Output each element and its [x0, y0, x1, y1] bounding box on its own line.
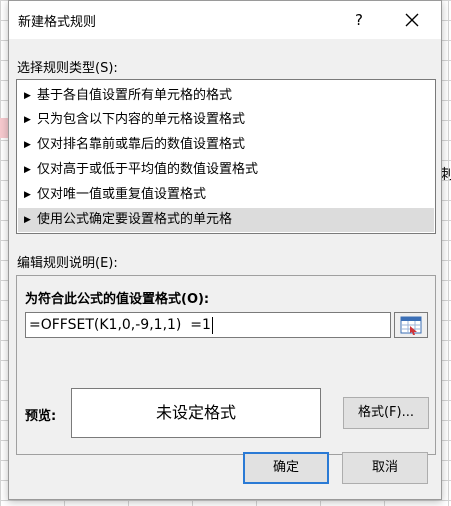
format-button[interactable]: 格式(F)...	[343, 397, 429, 429]
formula-label: 为符合此公式的值设置格式(O):	[25, 292, 210, 307]
rule-type-label-text: 仅对唯一值或重复值设置格式	[37, 187, 207, 202]
formula-input[interactable]: =OFFSET(K1,0,-9,1,1) =1	[25, 312, 391, 338]
new-format-rule-dialog: 新建格式规则 ? 选择规则类型(S): ▶ 基于各自值设置所有单元格的格式 ▶ 只为…	[8, 0, 442, 500]
rule-type-item[interactable]: ▶ 基于各自值设置所有单元格的格式	[18, 84, 434, 108]
triangle-right-icon: ▶	[24, 140, 31, 150]
triangle-right-icon: ▶	[24, 165, 31, 175]
range-select-icon	[400, 316, 422, 335]
rule-type-item-selected[interactable]: ▶ 使用公式确定要设置格式的单元格	[18, 208, 434, 232]
edit-rule-label: 编辑规则说明(E):	[17, 256, 118, 271]
triangle-right-icon: ▶	[24, 115, 31, 125]
text-caret	[211, 316, 213, 334]
help-button[interactable]: ?	[347, 9, 371, 31]
preview-box: 未设定格式	[71, 388, 321, 438]
triangle-right-icon: ▶	[24, 215, 31, 225]
preview-label: 预览:	[25, 409, 57, 424]
title-bar: 新建格式规则 ?	[9, 1, 441, 39]
formula-text: =OFFSET(K1,0,-9,1,1) =1	[29, 317, 211, 333]
rule-type-label-text: 仅对高于或低于平均值的数值设置格式	[37, 162, 259, 177]
rule-type-item[interactable]: ▶ 只为包含以下内容的单元格设置格式	[18, 108, 434, 132]
close-icon	[405, 13, 419, 27]
rule-type-label-text: 基于各自值设置所有单元格的格式	[37, 88, 233, 103]
rule-type-item[interactable]: ▶ 仅对唯一值或重复值设置格式	[18, 183, 434, 207]
rule-type-label: 选择规则类型(S):	[17, 61, 118, 76]
range-select-button[interactable]	[394, 312, 428, 338]
rule-type-item[interactable]: ▶ 仅对排名靠前或靠后的数值设置格式	[18, 133, 434, 157]
rule-type-item[interactable]: ▶ 仅对高于或低于平均值的数值设置格式	[18, 158, 434, 182]
close-button[interactable]	[399, 7, 425, 33]
rule-type-label-text: 仅对排名靠前或靠后的数值设置格式	[37, 137, 246, 152]
rule-type-label-text: 只为包含以下内容的单元格设置格式	[37, 112, 246, 127]
triangle-right-icon: ▶	[24, 91, 31, 101]
ok-button[interactable]: 确定	[243, 452, 329, 484]
cancel-button[interactable]: 取消	[342, 452, 428, 484]
rule-description-box: 为符合此公式的值设置格式(O): =OFFSET(K1,0,-9,1,1) =1…	[16, 275, 436, 455]
triangle-right-icon: ▶	[24, 190, 31, 200]
rule-type-list: ▶ 基于各自值设置所有单元格的格式 ▶ 只为包含以下内容的单元格设置格式 ▶ 仅对排名…	[16, 79, 436, 234]
dialog-title: 新建格式规则	[18, 15, 97, 30]
rule-type-label-text: 使用公式确定要设置格式的单元格	[37, 212, 233, 227]
